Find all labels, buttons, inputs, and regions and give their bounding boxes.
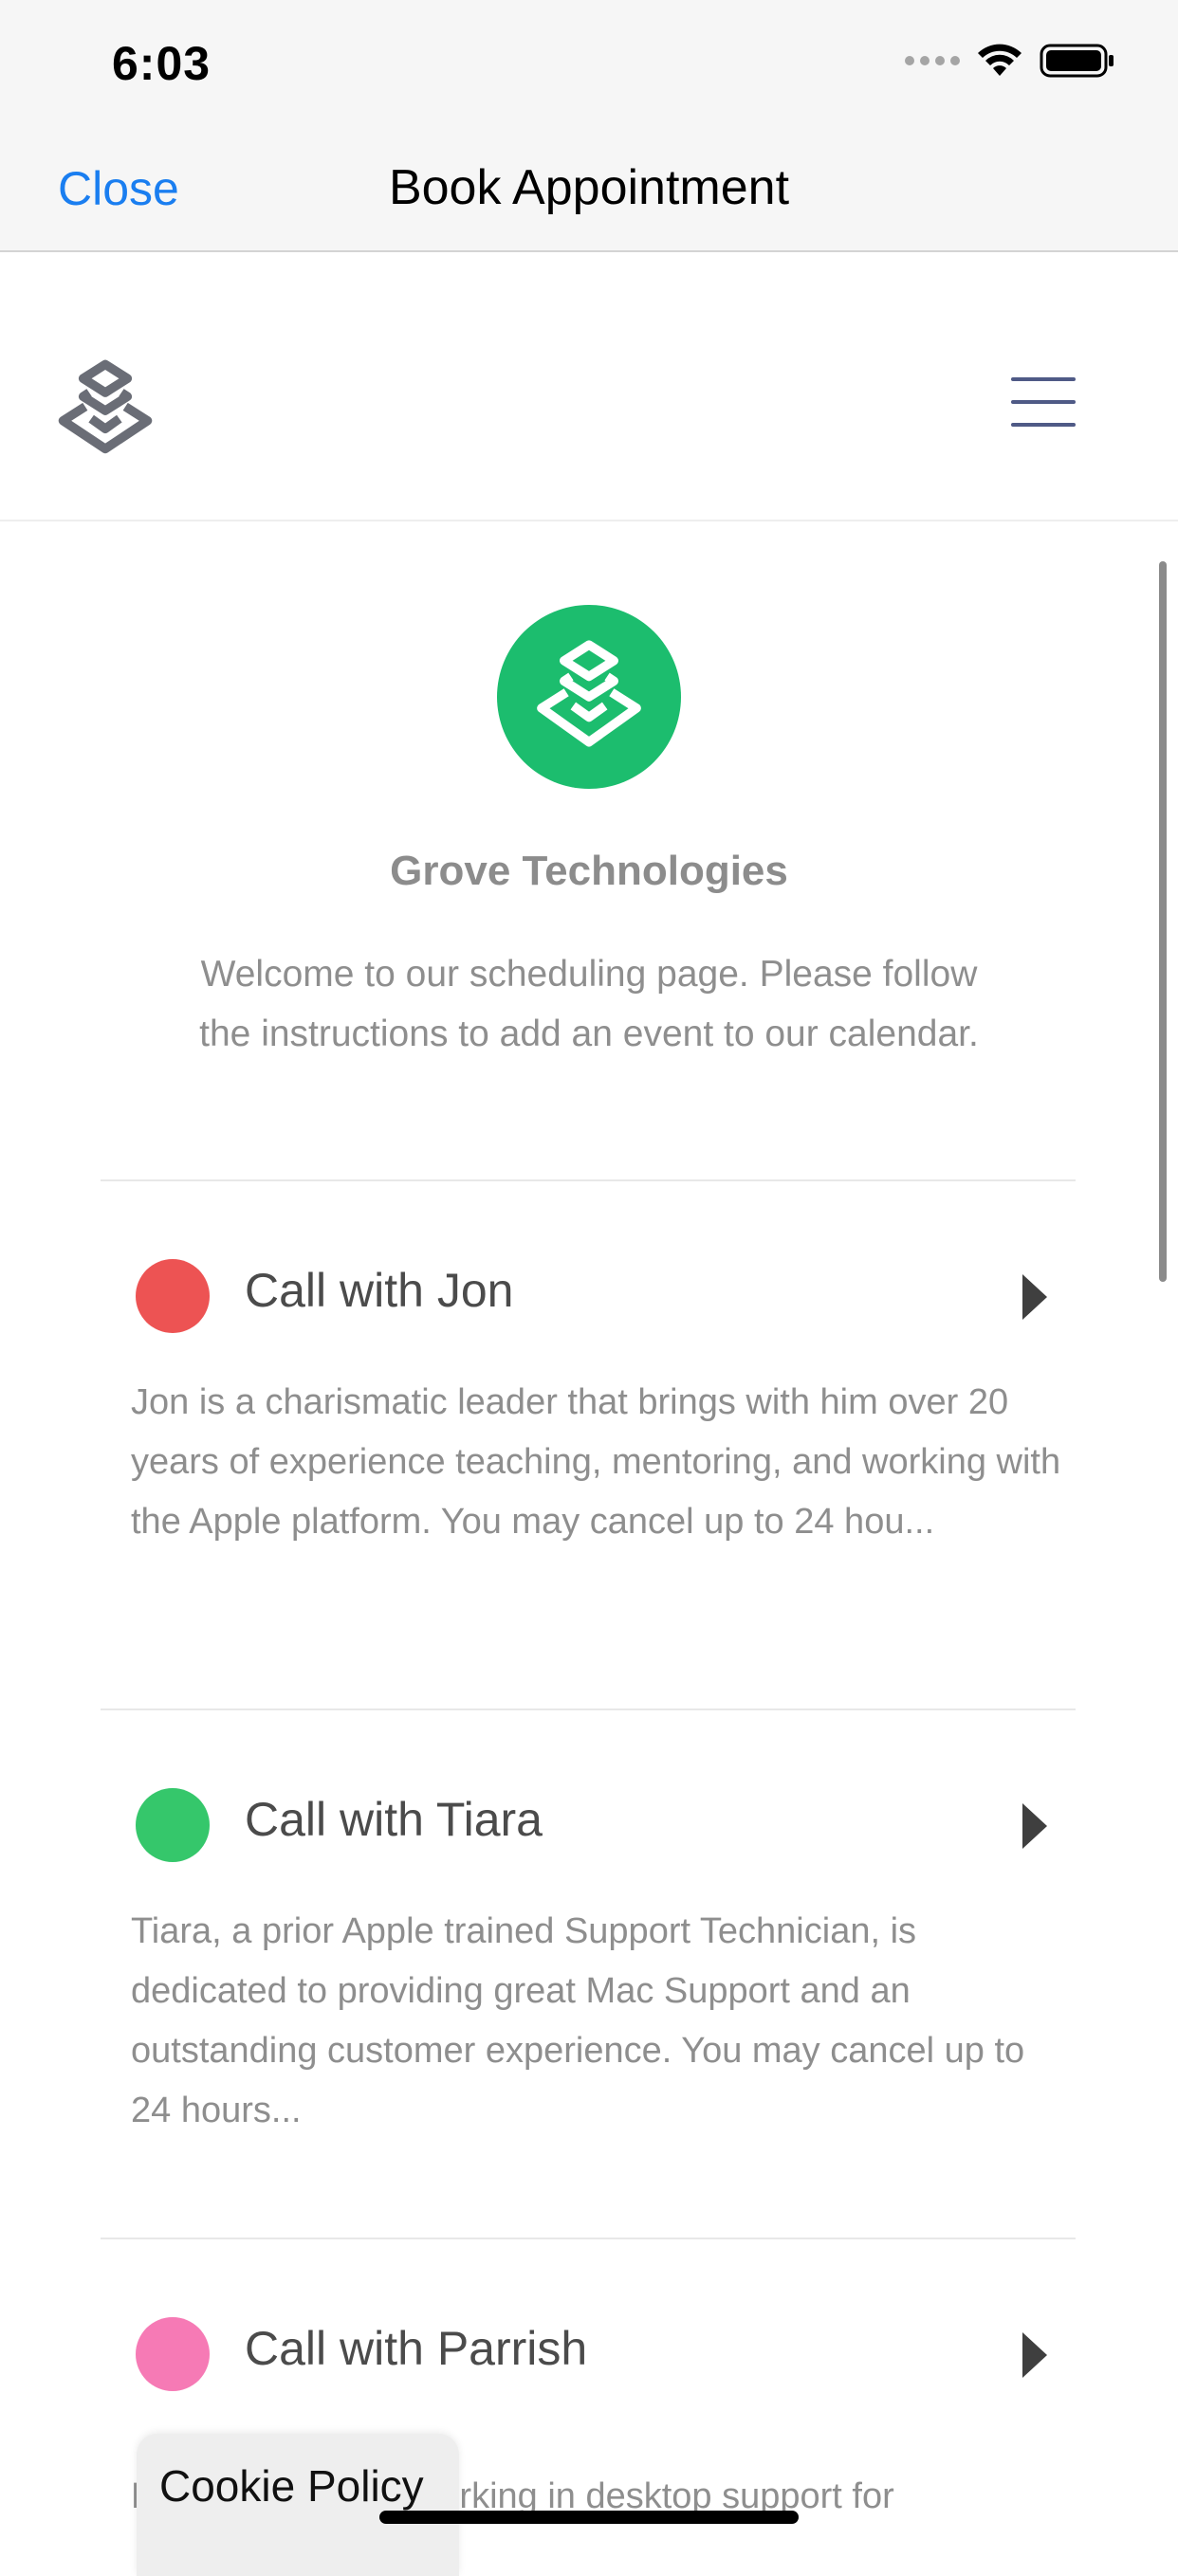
divider <box>101 1708 1076 1710</box>
event-description: Tiara, a prior Apple trained Support Tec… <box>131 1911 1025 2130</box>
status-bar: 6:03 <box>0 0 1178 133</box>
divider <box>101 2238 1076 2239</box>
page-title: Book Appointment <box>388 160 790 215</box>
triangle-right-icon[interactable] <box>1022 1274 1047 1320</box>
event-item-jon[interactable]: Call with Jon Jon is a charismatic leade… <box>101 1259 1076 1657</box>
org-name: Grove Technologies <box>390 848 788 894</box>
cellular-signal-icon <box>905 56 960 65</box>
org-logo <box>497 605 681 789</box>
triangle-right-icon[interactable] <box>1022 2332 1047 2378</box>
event-title[interactable]: Call with Parrish <box>245 2321 587 2376</box>
event-color-dot <box>136 1788 210 1862</box>
wifi-icon <box>978 44 1022 76</box>
cookie-policy-label: Cookie Policy <box>159 2461 424 2511</box>
divider <box>101 1179 1076 1181</box>
scheduling-content: Grove Technologies Welcome to our schedu… <box>0 521 1178 2549</box>
triangle-right-icon[interactable] <box>1022 1803 1047 1849</box>
welcome-text: Welcome to our scheduling page. Please f… <box>199 954 979 1054</box>
site-header <box>0 252 1178 521</box>
status-icons <box>905 44 1115 78</box>
battery-icon <box>1040 44 1114 78</box>
event-title[interactable]: Call with Tiara <box>245 1792 543 1847</box>
event-description: Jon is a charismatic leader that brings … <box>131 1382 1061 1542</box>
navigation-bar: Close Book Appointment <box>0 133 1178 252</box>
event-title[interactable]: Call with Jon <box>245 1263 513 1318</box>
menu-hamburger-icon[interactable] <box>1011 377 1076 446</box>
event-color-dot <box>136 1259 210 1333</box>
home-indicator[interactable] <box>379 2511 799 2524</box>
layers-logo-icon[interactable] <box>55 358 156 459</box>
layers-logo-icon <box>537 640 641 747</box>
status-time: 6:03 <box>112 37 212 90</box>
event-color-dot <box>136 2317 210 2391</box>
scrollbar[interactable] <box>1159 561 1167 1282</box>
cookie-policy-button[interactable]: Cookie Policy <box>137 2434 459 2576</box>
event-item-tiara[interactable]: Call with Tiara Tiara, a prior Apple tra… <box>101 1788 1076 2186</box>
